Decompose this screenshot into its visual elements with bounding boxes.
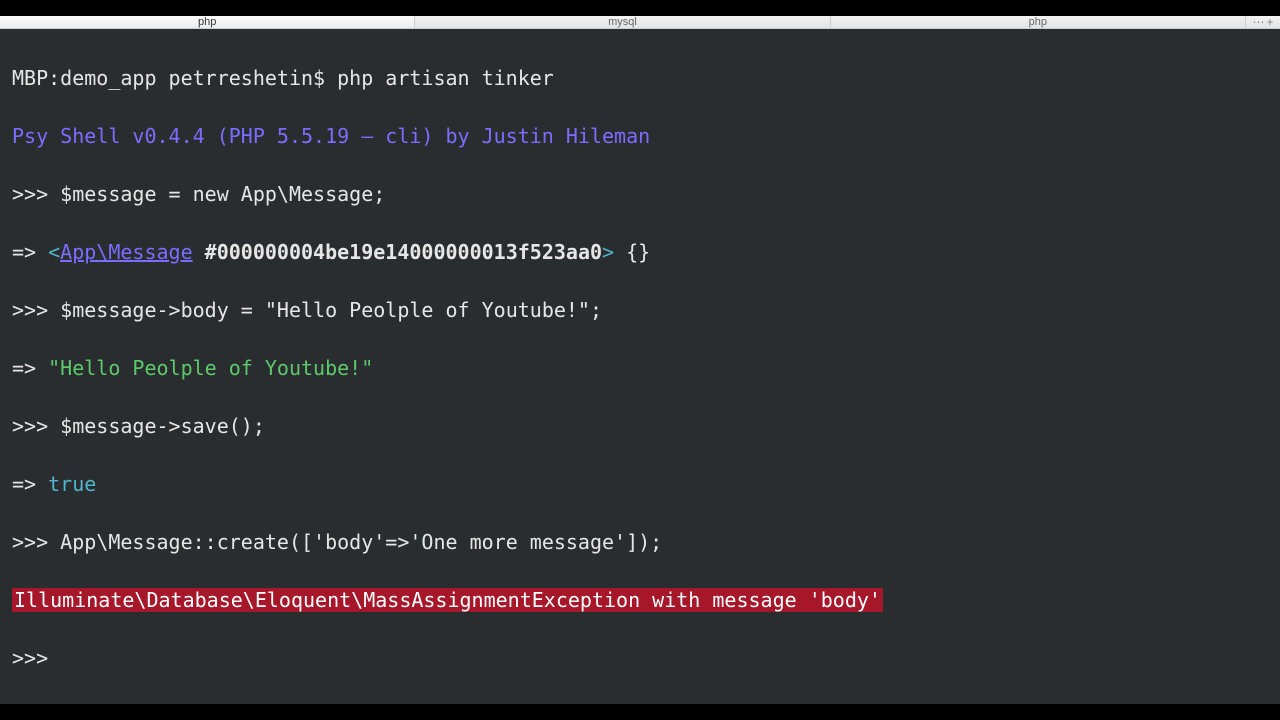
psy-banner: Psy Shell v0.4.4 (PHP 5.5.19 — cli) by J… — [12, 122, 1268, 151]
repl-output-3: => true — [12, 470, 1268, 499]
tab-label: php — [1029, 16, 1047, 28]
shell-prompt: MBP:demo_app petrreshetin$ — [12, 66, 337, 90]
repl-output-1: => <App\Message #000000004be19e140000000… — [12, 238, 1268, 267]
repl-input-3: >>> $message->save(); — [12, 412, 1268, 441]
tab-add-icon[interactable]: + — [1266, 16, 1273, 28]
repl-input-1: >>> $message = new App\Message; — [12, 180, 1268, 209]
shell-line: MBP:demo_app petrreshetin$ php artisan t… — [12, 64, 1268, 93]
repl-error: Illuminate\Database\Eloquent\MassAssignm… — [12, 586, 1268, 615]
repl-input-2: >>> $message->body = "Hello Peolple of Y… — [12, 296, 1268, 325]
tab-mysql[interactable]: mysql — [415, 16, 830, 28]
repl-input-4: >>> App\Message::create(['body'=>'One mo… — [12, 528, 1268, 557]
tab-php-1[interactable]: php — [0, 16, 415, 28]
repl-blank: >>> — [12, 644, 1268, 673]
letterbox-bottom — [0, 704, 1280, 720]
tab-label: mysql — [608, 16, 637, 28]
tab-overflow-icon[interactable]: ⋯ — [1252, 16, 1264, 28]
letterbox-top — [0, 0, 1280, 16]
tab-label: php — [198, 16, 216, 28]
repl-output-2: => "Hello Peolple of Youtube!" — [12, 354, 1268, 383]
tab-controls: ⋯ + — [1246, 16, 1280, 28]
tab-php-2[interactable]: php — [831, 16, 1246, 28]
terminal[interactable]: MBP:demo_app petrreshetin$ php artisan t… — [0, 29, 1280, 704]
shell-command: php artisan tinker — [337, 66, 554, 90]
tab-bar: php mysql php ⋯ + — [0, 16, 1280, 29]
